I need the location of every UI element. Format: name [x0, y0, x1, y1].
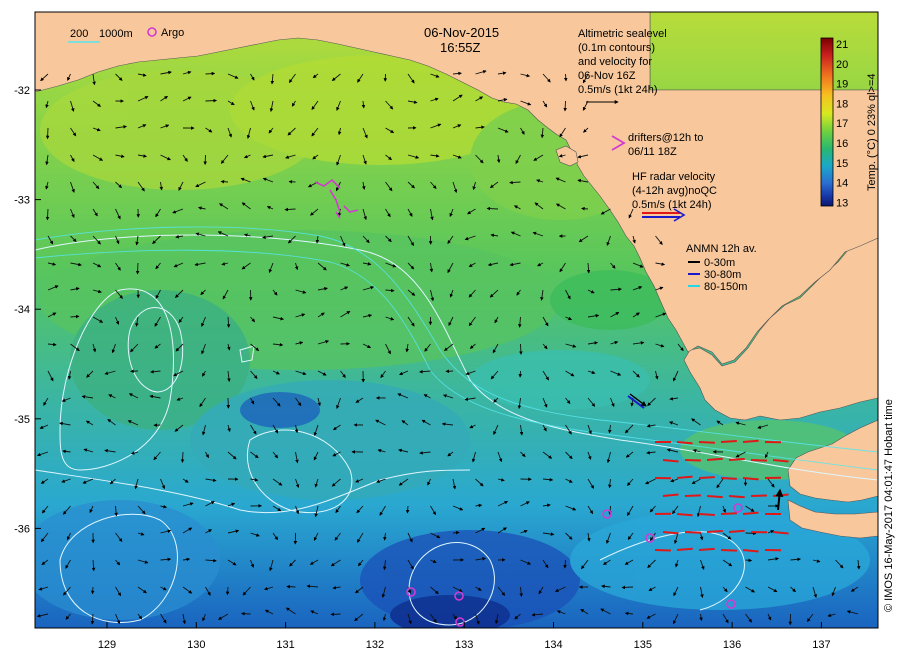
x-tick-label: 137	[812, 639, 830, 651]
velocity-arrow	[621, 585, 634, 590]
velocity-arrow	[286, 584, 296, 589]
x-tick-label: 129	[98, 639, 116, 651]
x-tick-label: 136	[723, 639, 741, 651]
velocity-arrow	[452, 530, 460, 535]
hf-radar-arrow	[684, 531, 701, 534]
sst-map: 129 130 131 132 133 134 135 136 137 -32 -33 -34 -35…	[14, 11, 895, 651]
hf-radar-arrow	[720, 512, 737, 515]
hf-radar-arrow	[684, 494, 701, 497]
scale-label-1000: 1000m	[99, 28, 133, 40]
hf-radar-arrow	[720, 549, 737, 552]
drifters-line1: drifters@12h to	[628, 132, 703, 144]
velocity-arrow	[405, 505, 410, 514]
velocity-arrow	[581, 206, 589, 211]
hf-radar-arrow	[676, 513, 693, 517]
altimetry-line2: (0.1m contours)	[578, 42, 655, 54]
hf-radar-arrow	[676, 547, 693, 551]
y-tick-label: -35	[14, 414, 30, 426]
x-tick-label: 132	[366, 639, 384, 651]
drifters-line2: 06/11 18Z	[628, 146, 677, 158]
velocity-arrow	[241, 611, 251, 616]
velocity-arrow	[205, 71, 216, 76]
velocity-arrow	[180, 451, 185, 463]
map-time: 16:55Z	[440, 40, 481, 55]
hf-radar-arrow	[698, 476, 715, 479]
colorbar-tick-label: 19	[836, 79, 848, 91]
hf-radar-arrow	[720, 440, 737, 443]
credit-text: © IMOS 16-May-2017 04:01:47 Hobart time	[883, 399, 895, 612]
x-tick-label: 133	[455, 639, 473, 651]
velocity-arrow	[330, 612, 341, 617]
y-tick-label: -32	[14, 85, 30, 97]
hf-radar-arrow	[662, 531, 679, 535]
scale-label-200: 200	[70, 28, 88, 40]
colorbar-tick-label: 15	[836, 158, 848, 170]
hf-radar-arrow	[698, 441, 715, 444]
altimetry-line4: 06-Nov 16Z	[578, 70, 636, 82]
velocity-arrow	[745, 558, 753, 563]
hf-radar-arrow	[684, 459, 701, 462]
plot-area	[35, 12, 878, 628]
hf-radar-arrow	[728, 529, 745, 533]
anmn-item-2: 80-150m	[704, 281, 747, 293]
velocity-arrow	[45, 127, 50, 140]
hf-radar-arrow	[728, 495, 745, 499]
velocity-arrow	[519, 343, 523, 355]
hf-radar-arrow	[706, 530, 723, 533]
hf-radar-arrow	[750, 459, 767, 462]
altimetry-line3: and velocity for	[578, 56, 652, 68]
colorbar-tick-label: 16	[836, 138, 848, 150]
velocity-arrow	[135, 262, 140, 275]
velocity-arrow	[90, 586, 95, 595]
hf-radar-arrow	[742, 511, 759, 515]
x-tick-label: 134	[544, 639, 562, 651]
colorbar-tick-label: 21	[836, 39, 848, 51]
hf-radar-arrow	[742, 477, 759, 481]
argo-legend-label: Argo	[161, 27, 184, 39]
hf-radar-arrow	[676, 475, 693, 479]
colorbar-tick-label: 17	[836, 118, 848, 130]
colorbar-tick-label: 13	[836, 197, 848, 209]
x-tick-label: 131	[276, 639, 294, 651]
hf-radar-arrow	[720, 477, 737, 480]
hf-radar-arrow	[676, 441, 693, 445]
y-tick-label: -34	[14, 304, 30, 316]
anmn-item-1: 30-80m	[704, 269, 741, 281]
altimetry-line5: 0.5m/s (1kt 24h)	[578, 84, 657, 96]
hf-radar-arrow	[698, 513, 715, 516]
y-tick-label: -36	[14, 523, 30, 535]
colorbar-tick-label: 14	[836, 178, 848, 190]
hf-radar-arrow	[728, 457, 745, 461]
x-tick-label: 130	[187, 639, 205, 651]
velocity-arrow	[486, 206, 499, 211]
hf-radar-line2: (4-12h avg)noQC	[632, 185, 717, 197]
anmn-title: ANMN 12h av.	[686, 243, 757, 255]
hf-radar-arrow	[742, 439, 759, 443]
velocity-arrow	[745, 531, 757, 536]
anmn-item-0: 0-30m	[704, 257, 735, 269]
hf-radar-arrow	[654, 549, 671, 552]
altimetry-line1: Altimetric sealevel	[578, 28, 667, 40]
colorbar-title: Temp. (°C) 0 23% ql>=4	[866, 73, 878, 191]
map-date: 06-Nov-2015	[424, 25, 499, 40]
velocity-arrow	[225, 586, 230, 596]
hf-radar-arrow	[698, 547, 715, 551]
velocity-arrow	[220, 179, 229, 184]
hf-radar-line1: HF radar velocity	[632, 171, 716, 183]
velocity-arrow	[205, 98, 217, 103]
hf-radar-arrow	[750, 494, 767, 497]
velocity-arrow	[563, 100, 567, 112]
velocity-arrow	[45, 208, 50, 221]
colorbar-tick-label: 18	[836, 98, 848, 110]
colorbar-ticks: 21 20 19 18 17 16 15 14 13	[836, 39, 848, 209]
y-tick-label: -33	[14, 195, 30, 207]
velocity-arrow	[563, 73, 568, 82]
colorbar-tick-label: 20	[836, 59, 848, 71]
x-tick-label: 135	[634, 639, 652, 651]
hf-radar-arrow	[706, 457, 723, 461]
hf-radar-arrow	[706, 495, 723, 499]
hf-radar-line3: 0.5m/s (1kt 24h)	[632, 199, 711, 211]
